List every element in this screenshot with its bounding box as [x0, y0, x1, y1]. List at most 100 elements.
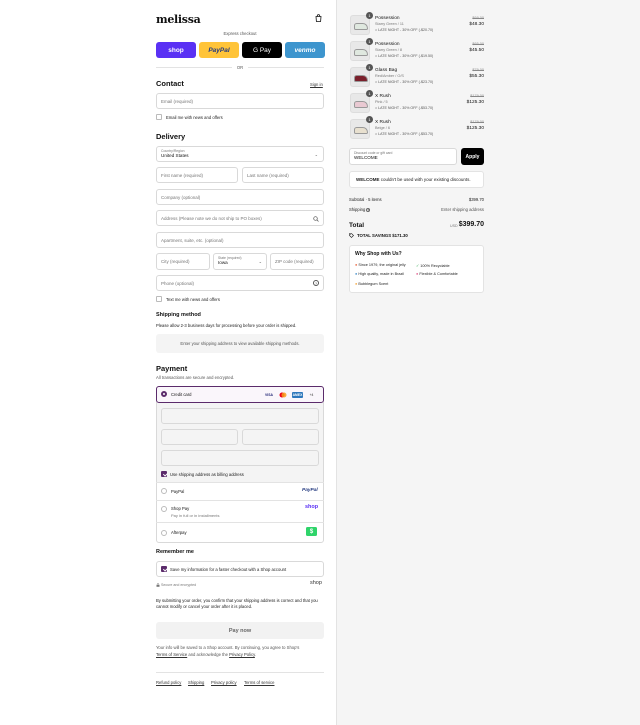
shop-pay-logo: shop: [168, 46, 184, 54]
country-select[interactable]: Country/Region United States ⌄: [156, 146, 324, 162]
subtotal-value: $399.70: [468, 197, 484, 202]
chevron-down-icon: ⌄: [314, 152, 318, 157]
afterpay-label: Afterpay: [171, 530, 187, 535]
amex-icon: AMEX: [292, 392, 303, 398]
email-news-label: Email me with news and offers: [166, 115, 223, 120]
save-info-label: Save my information for a faster checkou…: [170, 567, 287, 572]
discount-error-code: WELCOME: [356, 177, 380, 182]
pay-now-button[interactable]: Pay now: [156, 622, 324, 639]
paypal-radio[interactable]: [161, 488, 167, 494]
google-pay-button[interactable]: G Pay: [242, 42, 282, 58]
sign-in-link[interactable]: Sign in: [310, 82, 323, 87]
apartment-field[interactable]: Apartment, suite, etc. (optional): [156, 232, 324, 248]
last-name-field[interactable]: Last name (required): [242, 167, 324, 183]
shop-pay-subtitle: Pay in full or in installments: [171, 513, 220, 518]
chevron-down-icon: ⌄: [258, 259, 262, 264]
why-point-2: ✓ 100% Recyclable: [416, 264, 450, 268]
shipping-method-placeholder: Enter your shipping address to view avai…: [156, 334, 324, 353]
item-old-price: $79.00: [472, 68, 484, 72]
item-price: $125.30: [466, 126, 484, 131]
email-field[interactable]: Email (required): [156, 93, 324, 109]
why-shop-title: Why Shop with Us?: [355, 251, 402, 257]
tag-icon: ⌂: [375, 106, 378, 110]
city-field[interactable]: City (required): [156, 253, 210, 270]
tag-icon: ⌂: [375, 80, 378, 84]
why-point-5: ● Bubblegum Scent: [355, 282, 389, 286]
card-number-field[interactable]: [161, 408, 319, 424]
venmo-button[interactable]: venmo: [285, 42, 325, 58]
afterpay-radio[interactable]: [161, 530, 167, 536]
shop-pay-button[interactable]: shop: [156, 42, 196, 58]
payment-subtitle: All transactions are secure and encrypte…: [156, 375, 235, 380]
city-placeholder: City (required): [161, 259, 190, 264]
zip-placeholder: ZIP code (required): [275, 259, 314, 264]
company-field[interactable]: Company (optional): [156, 189, 324, 205]
first-name-field[interactable]: First name (required): [156, 167, 238, 183]
apply-button[interactable]: Apply: [461, 148, 484, 165]
why-point-3: ● High quality, made in Brazil: [355, 272, 405, 276]
shop-pay-radio[interactable]: [161, 506, 167, 512]
paypal-label: PayPal: [171, 489, 185, 494]
item-old-price: $65.00: [472, 42, 484, 46]
help-icon[interactable]: ?: [313, 280, 319, 286]
total-value: $399.70: [458, 221, 484, 228]
save-info-checkbox[interactable]: [161, 566, 167, 572]
footer-terms-of-service[interactable]: Terms of service: [244, 680, 274, 685]
item-variant: Pink / 5: [375, 100, 388, 104]
email-news-checkbox[interactable]: [156, 114, 162, 120]
state-select[interactable]: State (required) Iowa ⌄: [213, 253, 267, 270]
item-quantity-badge: 1: [366, 116, 373, 123]
phone-field[interactable]: Phone (optional) ?: [156, 275, 324, 291]
item-name: X Rush: [375, 94, 391, 99]
shipping-label: Shipping ?: [349, 207, 371, 212]
item-old-price: $69.00: [472, 16, 484, 20]
item-price: $125.30: [466, 100, 484, 105]
shop-account-note: Your info will be saved to a Shop accoun…: [156, 645, 300, 657]
secure-label: Secure and encrypted: [161, 583, 197, 587]
terms-of-service-link[interactable]: Terms of Service: [156, 652, 187, 657]
item-price: $45.50: [469, 48, 484, 53]
last-name-placeholder: Last name (required): [247, 172, 289, 178]
card-cvv-field[interactable]: [242, 429, 319, 445]
discount-field[interactable]: Discount code or gift card WELCOME: [349, 148, 457, 165]
or-label: OR: [236, 65, 244, 70]
item-price: $55.30: [469, 74, 484, 79]
address-field[interactable]: Address (Please note we do not ship to P…: [156, 210, 324, 226]
legal-text: By submitting your order, you confirm th…: [156, 598, 318, 610]
help-icon[interactable]: ?: [366, 208, 371, 212]
shipping-method-heading: Shipping method: [156, 312, 201, 318]
footer-refund-policy[interactable]: Refund policy: [156, 680, 181, 685]
total-label: Total: [349, 222, 365, 229]
zip-field[interactable]: ZIP code (required): [270, 253, 324, 270]
item-name: Glass Bag: [375, 68, 398, 73]
company-placeholder: Company (optional): [161, 194, 201, 200]
item-variant: Starry Green / 11: [375, 22, 404, 26]
item-name: X Rush: [375, 120, 391, 125]
paypal-button[interactable]: PayPal: [199, 42, 239, 58]
item-old-price: $179.00: [470, 94, 484, 98]
mastercard-icon: [278, 392, 288, 398]
item-discount: ⌂ LATE NIGHT - 30% OFF (-$19.50): [375, 54, 434, 58]
shop-pay-logo: shop: [305, 504, 319, 510]
text-news-checkbox[interactable]: [156, 296, 162, 302]
cart-icon[interactable]: [315, 14, 322, 22]
checkout-form-panel: melissa Express checkout shop PayPal G P…: [0, 0, 336, 725]
billing-address-checkbox[interactable]: [161, 471, 167, 477]
remember-me-heading: Remember me: [156, 549, 194, 555]
discount-error-text: couldn't be used with your existing disc…: [380, 177, 471, 182]
footer-shipping[interactable]: Shipping: [188, 680, 204, 685]
card-name-field[interactable]: [161, 450, 319, 466]
credit-card-radio[interactable]: [161, 391, 167, 397]
brand-logo[interactable]: melissa: [156, 13, 201, 26]
card-expiry-field[interactable]: [161, 429, 238, 445]
shop-pay-label: Shop Pay: [171, 506, 190, 511]
delivery-heading: Delivery: [156, 132, 186, 141]
apartment-placeholder: Apartment, suite, etc. (optional): [161, 237, 224, 243]
email-placeholder: Email (required): [161, 98, 194, 104]
google-pay-logo: G Pay: [252, 46, 272, 54]
item-name: Possession: [375, 16, 400, 21]
footer-privacy-policy[interactable]: Privacy policy: [211, 680, 237, 685]
shop-pay-option[interactable]: [156, 500, 324, 522]
text-news-label: Text me with news and offers: [166, 297, 220, 302]
privacy-policy-link[interactable]: Privacy Policy: [229, 652, 255, 657]
